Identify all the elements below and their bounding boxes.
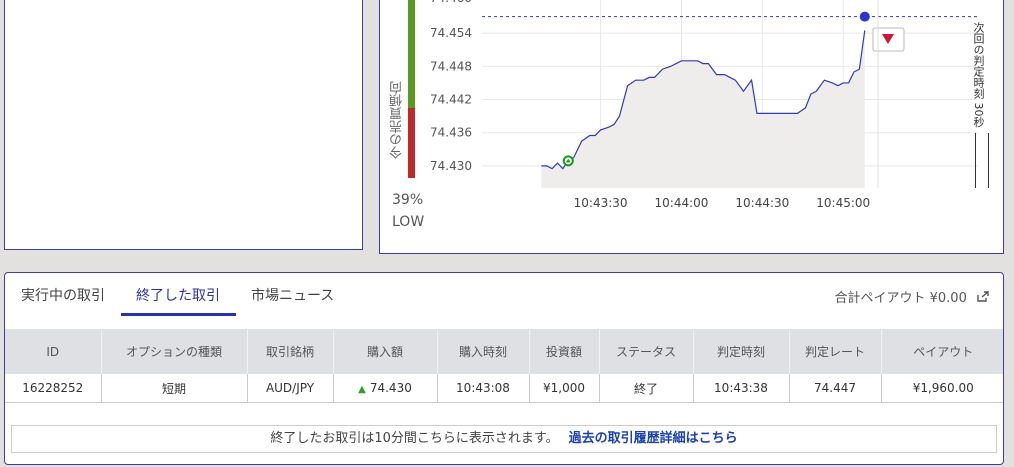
col-payout: ペイアウト bbox=[881, 329, 1003, 374]
col-symbol: 取引銘柄 bbox=[247, 329, 334, 374]
y-tick-labels: 74.454 74.448 74.442 74.436 74.430 74.460 bbox=[430, 0, 472, 173]
table-header-row: ID オプションの種類 取引銘柄 購入額 購入時刻 投資額 ステータス 判定時刻… bbox=[5, 329, 1003, 374]
share-icon[interactable] bbox=[977, 291, 989, 306]
y-tick-label: 74.442 bbox=[430, 93, 472, 107]
tab-market-news[interactable]: 市場ニュース bbox=[251, 285, 334, 305]
price-chart: 74.454 74.448 74.442 74.436 74.430 74.460 10:… bbox=[430, 0, 978, 210]
history-notice-text: 終了したお取引は10分間こちらに表示されます。 bbox=[270, 431, 559, 446]
table-row[interactable]: 16228252 短期 AUD/JPY ▲ 74.430 10:43:08 ¥1,… bbox=[5, 374, 1003, 403]
current-rate-dot bbox=[859, 11, 870, 22]
payout-total-text: 合計ペイアウト ¥0.00 bbox=[834, 291, 967, 306]
trades-panel: 実行中の取引 終了した取引 市場ニュース 合計ペイアウト ¥0.00 ID オプ… bbox=[4, 272, 1004, 465]
history-notice: 終了したお取引は10分間こちらに表示されます。 過去の取引履歴詳細はこちら bbox=[11, 425, 997, 453]
y-tick-label: 74.454 bbox=[430, 26, 472, 40]
up-arrow-icon: ▲ bbox=[358, 384, 366, 395]
cell-id: 16228252 bbox=[5, 374, 102, 403]
x-tick-label: 10:45:00 bbox=[816, 196, 870, 210]
cell-investment: ¥1,000 bbox=[529, 374, 600, 403]
cell-judge-rate: 74.447 bbox=[789, 374, 882, 403]
col-status: ステータス bbox=[599, 329, 694, 374]
next-judge-time-label: 次回の判定時刻 30秒 bbox=[972, 22, 985, 128]
col-judge-rate: 判定レート bbox=[789, 329, 882, 374]
x-tick-labels: 10:43:30 10:44:00 10:44:30 10:45:00 bbox=[574, 196, 871, 210]
closed-trades-table: ID オプションの種類 取引銘柄 購入額 購入時刻 投資額 ステータス 判定時刻… bbox=[5, 329, 1003, 403]
col-purchase-time: 購入時刻 bbox=[437, 329, 530, 374]
y-tick-label: 74.430 bbox=[430, 159, 472, 173]
tab-closed-trades[interactable]: 終了した取引 bbox=[136, 285, 220, 305]
col-id: ID bbox=[5, 329, 102, 374]
x-tick-label: 10:44:30 bbox=[735, 196, 789, 210]
cell-purchase-rate: ▲ 74.430 bbox=[333, 374, 438, 403]
cell-purchase-time: 10:43:08 bbox=[437, 374, 530, 403]
left-panel bbox=[4, 0, 363, 250]
cell-option-type: 短期 bbox=[101, 374, 248, 403]
purchase-rate-value: 74.430 bbox=[369, 381, 412, 395]
x-tick-label: 10:43:30 bbox=[574, 196, 628, 210]
col-investment: 投資額 bbox=[529, 329, 600, 374]
price-area bbox=[541, 30, 865, 189]
cell-symbol: AUD/JPY bbox=[247, 374, 334, 403]
y-tick-label: 74.436 bbox=[430, 126, 472, 140]
tab-active-trades[interactable]: 実行中の取引 bbox=[21, 285, 105, 305]
col-option-type: オプションの種類 bbox=[101, 329, 248, 374]
x-tick-label: 10:44:00 bbox=[655, 196, 709, 210]
active-tab-indicator bbox=[121, 313, 236, 316]
col-purchase-rate: 購入額 bbox=[333, 329, 438, 374]
payout-total: 合計ペイアウト ¥0.00 bbox=[835, 287, 990, 306]
history-detail-link[interactable]: 過去の取引履歴詳細はこちら bbox=[569, 431, 738, 446]
cell-status: 終了 bbox=[599, 374, 694, 403]
timer-bar bbox=[975, 133, 989, 188]
col-judge-time: 判定時刻 bbox=[693, 329, 790, 374]
y-tick-label: 74.448 bbox=[430, 59, 472, 73]
y-tick-label-top: 74.460 bbox=[430, 0, 472, 5]
cell-judge-time: 10:43:38 bbox=[693, 374, 790, 403]
trade-tabs: 実行中の取引 終了した取引 市場ニュース 合計ペイアウト ¥0.00 bbox=[5, 273, 1003, 317]
cell-payout: ¥1,960.00 bbox=[881, 374, 1003, 403]
